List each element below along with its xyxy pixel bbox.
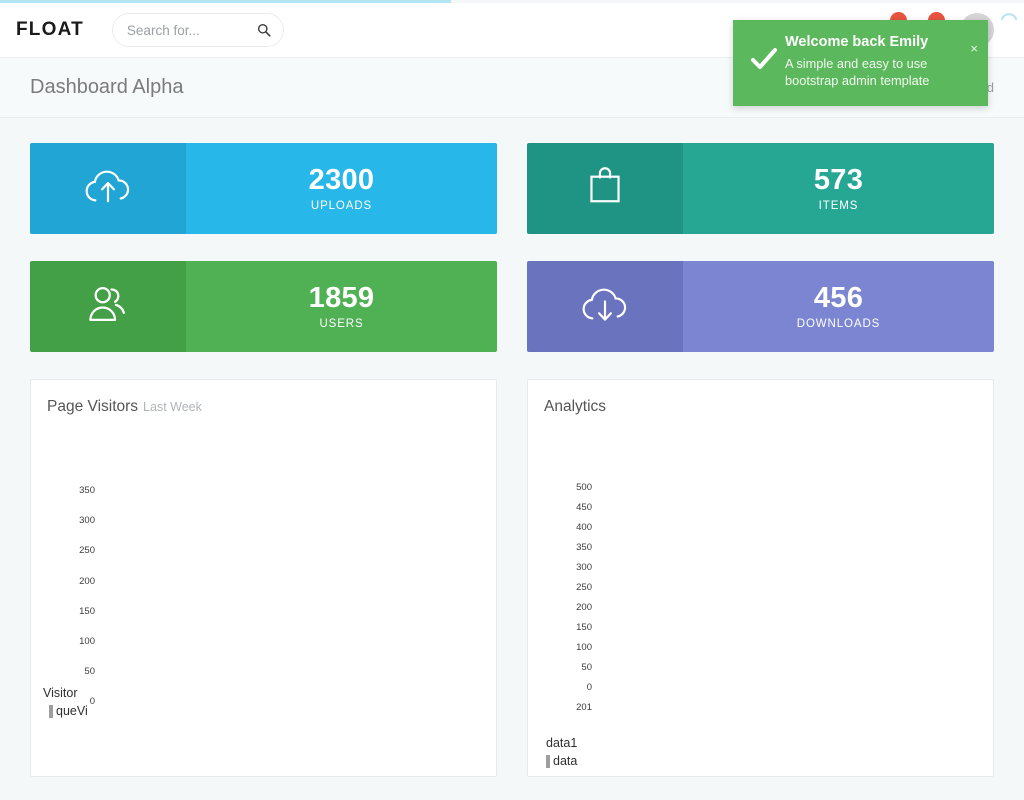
panel-header: Analytics	[544, 398, 977, 416]
toast-title: Welcome back Emily	[785, 34, 929, 50]
stat-icon-pane	[527, 143, 683, 234]
y-tick-label: 50	[84, 666, 95, 678]
stat-card-downloads[interactable]: 456 DOWNLOADS	[527, 261, 994, 352]
legend-item[interactable]: data1	[546, 736, 577, 750]
y-tick-label: 100	[79, 635, 95, 647]
stat-body: 2300 UPLOADS	[186, 143, 497, 234]
y-tick-label: 250	[79, 545, 95, 557]
y-tick-label: 300	[79, 515, 95, 527]
search-box[interactable]	[111, 13, 284, 47]
welcome-toast[interactable]: Welcome back Emily A simple and easy to …	[733, 20, 988, 106]
stat-card-uploads[interactable]: 2300 UPLOADS	[30, 143, 497, 234]
legend-swatch	[546, 754, 550, 768]
panel-title: Analytics	[544, 398, 607, 415]
stat-icon-pane	[527, 261, 683, 352]
y-tick-label: 150	[576, 622, 592, 633]
loading-spinner-icon	[998, 4, 1020, 26]
y-tick-label: 300	[576, 562, 592, 573]
stat-label: DOWNLOADS	[796, 318, 881, 331]
y-tick-label: 150	[79, 605, 95, 617]
y-tick-label: 400	[576, 522, 592, 533]
y-tick-label: 450	[576, 502, 592, 513]
chart-analytics: 500 450 400 350 300 250 200 150 100 50 0 201 data1…	[544, 436, 979, 768]
y-tick-label: 0	[586, 682, 592, 693]
y-tick-label: 100	[576, 642, 592, 653]
brand-logo[interactable]: FLOAT	[16, 19, 84, 41]
stat-card-grid: 2300 UPLOADS 573 ITEMS 1859 USERS 456 DO…	[30, 143, 994, 352]
stat-value: 573	[813, 163, 864, 196]
search-input[interactable]	[112, 14, 283, 46]
legend-label: queVi	[56, 704, 88, 718]
y-tick-label: 250	[576, 582, 592, 593]
panel-header: Page Visitors Last Week	[47, 398, 480, 416]
y-tick-label: 350	[79, 485, 95, 496]
toast-message: A simple and easy to use bootstrap admin…	[785, 56, 930, 89]
stat-value: 2300	[308, 163, 375, 196]
close-icon[interactable]: ×	[970, 42, 978, 55]
shopping-bag-icon	[583, 164, 627, 213]
chart-panel-grid: Page Visitors Last Week 350 300 250 200 150 10…	[30, 379, 994, 777]
legend-item[interactable]: queVi	[49, 704, 88, 718]
page-loading-bar	[0, 0, 451, 3]
y-tick-label: 500	[576, 482, 592, 493]
stat-label: ITEMS	[818, 200, 859, 213]
toast-text: Welcome back Emily A simple and easy to …	[781, 34, 974, 90]
panel-page-visitors: Page Visitors Last Week 350 300 250 200 150 10…	[30, 379, 497, 777]
chart-page-visitors: 350 300 250 200 150 100 50 0 Visitor queVi	[43, 436, 482, 762]
stat-label: UPLOADS	[310, 200, 373, 213]
dashboard-content: 2300 UPLOADS 573 ITEMS 1859 USERS 456 DO…	[0, 119, 1024, 777]
legend-label: data1	[546, 736, 578, 750]
check-icon	[747, 34, 781, 74]
stat-body: 573 ITEMS	[683, 143, 994, 234]
panel-title: Page Visitors	[47, 398, 139, 415]
x-tick-label: 201	[576, 702, 592, 713]
stat-body: 456 DOWNLOADS	[683, 261, 994, 352]
cloud-download-icon	[578, 282, 632, 331]
users-icon	[83, 282, 133, 331]
chart-legend[interactable]: data1 data	[546, 736, 577, 768]
panel-analytics: Analytics 500 450 400 350 300 250 200 150 100 50 0…	[527, 379, 994, 777]
stat-value: 1859	[308, 281, 375, 314]
cloud-upload-icon	[81, 164, 135, 213]
y-tick-label: 200	[576, 602, 592, 613]
y-tick-label: 50	[581, 662, 592, 673]
y-tick-label: 350	[576, 542, 592, 553]
stat-card-items[interactable]: 573 ITEMS	[527, 143, 994, 234]
chart-legend[interactable]: Visitor queVi	[43, 686, 88, 718]
stat-label: USERS	[319, 318, 364, 331]
x-axis-ticks: 201	[544, 698, 592, 718]
panel-subtitle: Last Week	[143, 400, 202, 414]
legend-item[interactable]: data	[546, 754, 577, 768]
stat-value: 456	[813, 281, 864, 314]
page-title: Dashboard Alpha	[30, 76, 184, 98]
legend-swatch	[49, 704, 53, 718]
stat-card-users[interactable]: 1859 USERS	[30, 261, 497, 352]
stat-icon-pane	[30, 143, 186, 234]
legend-label: Visitor	[43, 686, 78, 700]
legend-item[interactable]: Visitor	[43, 686, 88, 700]
y-tick-label: 200	[79, 575, 95, 587]
y-axis-ticks: 350 300 250 200 150 100 50 0	[47, 476, 95, 718]
stat-body: 1859 USERS	[186, 261, 497, 352]
y-axis-ticks: 500 450 400 350 300 250 200 150 100 50 0	[544, 478, 592, 698]
legend-label: data	[553, 754, 578, 768]
stat-icon-pane	[30, 261, 186, 352]
